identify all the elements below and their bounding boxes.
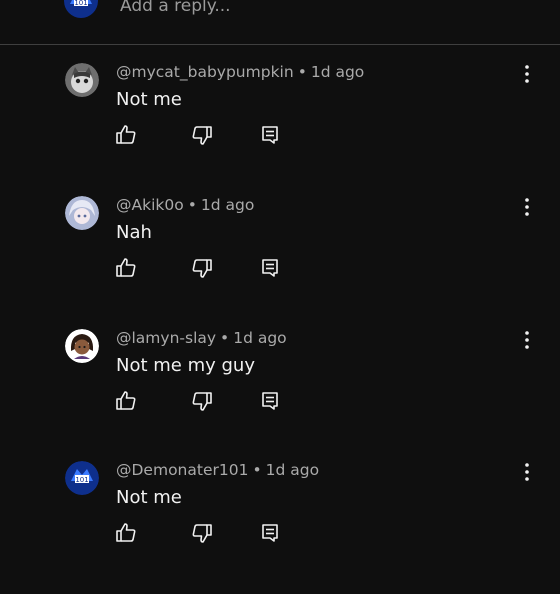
kebab-menu-icon [525,198,529,216]
comment-text: Nah [116,222,152,243]
reply-button[interactable] [258,521,282,545]
comment-meta: @mycat_babypumpkin • 1d ago [116,63,364,81]
avatar[interactable] [65,329,99,363]
meta-separator: • [297,63,307,81]
comment-time[interactable]: 1d ago [266,461,319,479]
reply-button[interactable] [258,389,282,413]
reply-input[interactable] [120,0,540,18]
gamer-avatar-icon: 101 [64,0,98,18]
gamer-avatar-icon: 101 [65,461,99,495]
thumbs-down-icon [192,524,212,543]
reply-comment-icon [262,126,278,144]
anime-avatar-icon [65,196,99,230]
like-button[interactable] [114,123,138,147]
avatar[interactable]: 101 [65,461,99,495]
thumbs-up-icon [116,523,136,542]
reply-button[interactable] [258,256,282,280]
comment-username[interactable]: @Demonater101 [116,461,248,479]
reply-button[interactable] [258,123,282,147]
avatar[interactable] [65,196,99,230]
avatar[interactable] [65,63,99,97]
comment-meta: @Akik0o • 1d ago [116,196,254,214]
comment-username[interactable]: @mycat_babypumpkin [116,63,294,81]
more-options-button[interactable] [516,63,538,85]
dislike-button[interactable] [190,123,214,147]
comment-time[interactable]: 1d ago [233,329,286,347]
comment-text: Not me my guy [116,355,255,376]
more-options-button[interactable] [516,461,538,483]
comment-item: @Akik0o • 1d ago Nah [0,196,560,329]
meta-separator: • [252,461,262,479]
more-options-button[interactable] [516,329,538,351]
reply-comment-icon [262,392,278,410]
thumbs-down-icon [192,392,212,411]
comment-item: 101 @Demonater101 • 1d ago Not me [0,461,560,594]
thumbs-down-icon [192,259,212,278]
thumbs-up-icon [116,391,136,410]
reply-comment-icon [262,259,278,277]
thumbs-down-icon [192,126,212,145]
svg-text:101: 101 [75,476,88,484]
comment-time[interactable]: 1d ago [201,196,254,214]
more-options-button[interactable] [516,196,538,218]
meta-separator: • [220,329,230,347]
meta-separator: • [187,196,197,214]
comment-username[interactable]: @Akik0o [116,196,184,214]
svg-text:101: 101 [74,0,87,7]
comment-username[interactable]: @lamyn-slay [116,329,216,347]
thumbs-up-icon [116,258,136,277]
like-button[interactable] [114,256,138,280]
kebab-menu-icon [525,331,529,349]
cat-avatar-icon [65,63,99,97]
comment-meta: @lamyn-slay • 1d ago [116,329,287,347]
kebab-menu-icon [525,463,529,481]
dislike-button[interactable] [190,256,214,280]
comment-text: Not me [116,89,182,110]
reply-comment-icon [262,524,278,542]
girl-avatar-icon [65,329,99,363]
current-user-avatar: 101 [64,0,98,18]
dislike-button[interactable] [190,521,214,545]
like-button[interactable] [114,389,138,413]
comment-meta: @Demonater101 • 1d ago [116,461,319,479]
reply-bar: 101 [0,0,560,45]
kebab-menu-icon [525,65,529,83]
thumbs-up-icon [116,125,136,144]
comment-item: @mycat_babypumpkin • 1d ago Not me [0,63,560,196]
comment-item: @lamyn-slay • 1d ago Not me my guy [0,329,560,462]
comment-text: Not me [116,487,182,508]
like-button[interactable] [114,521,138,545]
dislike-button[interactable] [190,389,214,413]
comment-time[interactable]: 1d ago [311,63,364,81]
